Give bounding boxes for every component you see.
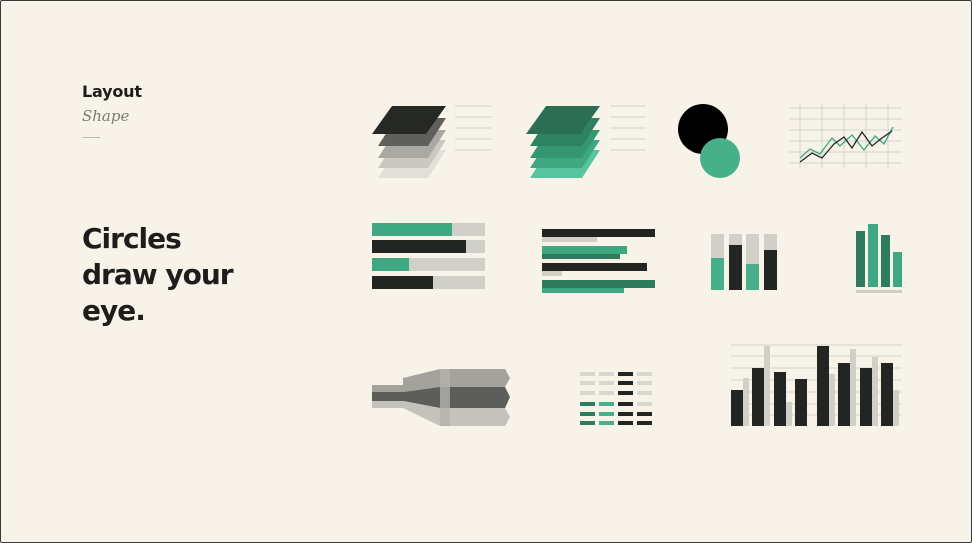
stacked-columns-icon: [711, 234, 777, 290]
column-chart-icon: [731, 344, 902, 426]
stacked-layers-dark-icon: [372, 105, 492, 178]
horizontal-bar-pairs-icon: [542, 229, 655, 293]
stacked-layers-green-icon: [526, 105, 646, 178]
grid-table-icon: [580, 372, 652, 425]
funnel-arrow-icon: [372, 369, 510, 426]
illustration-grid: [372, 104, 902, 426]
green-column-chart-icon: [856, 224, 902, 293]
overlapping-circles-icon: [678, 104, 740, 178]
horizontal-progress-bars-icon: [372, 223, 485, 289]
line-chart-icon: [789, 104, 902, 168]
